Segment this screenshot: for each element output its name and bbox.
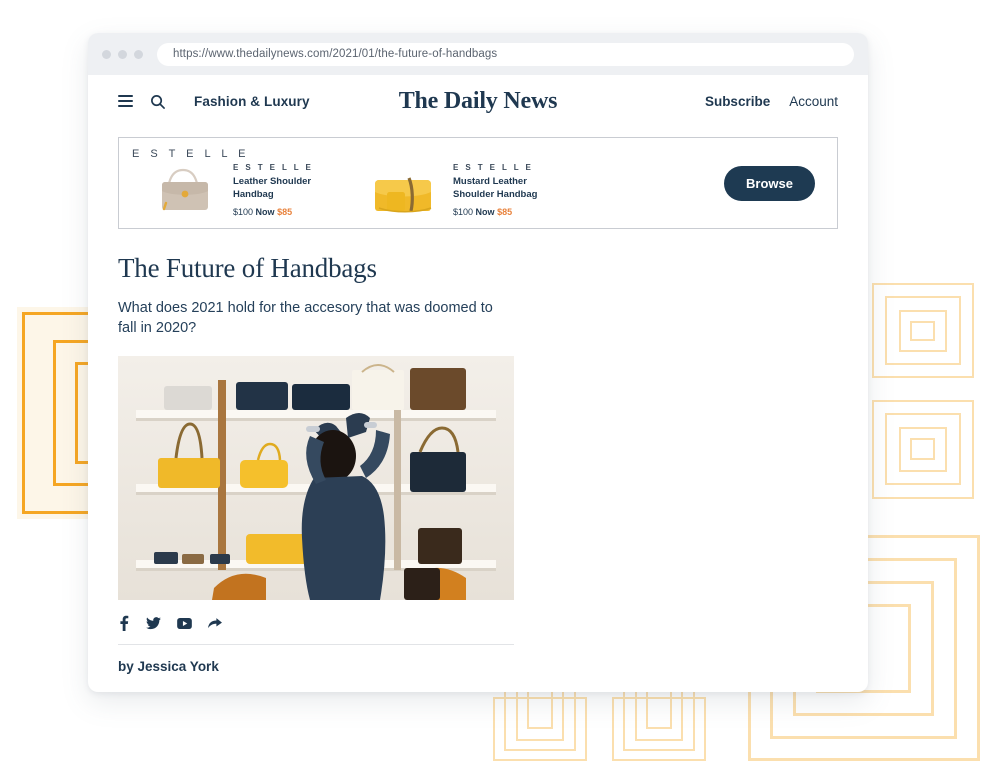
motif-right-lower <box>872 400 982 505</box>
youtube-icon[interactable] <box>177 617 192 629</box>
ad-product-2[interactable]: E S T E L L E Mustard Leather Shoulder H… <box>357 158 565 222</box>
ad-product-2-price-new: $85 <box>497 206 513 217</box>
window-controls[interactable] <box>102 49 143 59</box>
ad-product-2-now-label: Now <box>475 206 495 217</box>
motif-bottom-left-small <box>493 669 589 763</box>
twitter-icon[interactable] <box>146 616 161 630</box>
browse-button[interactable]: Browse <box>724 165 815 201</box>
article-headline: The Future of Handbags <box>118 253 377 283</box>
article-subtitle: What does 2021 hold for the accesory tha… <box>118 300 493 336</box>
social-share-row <box>118 615 514 645</box>
browser-chrome: https://www.thedailynews.com/2021/01/the… <box>88 33 868 75</box>
subscribe-link[interactable]: Subscribe <box>705 94 770 109</box>
ad-product-1-price: $100 Now $85 <box>233 207 345 217</box>
ad-product-1[interactable]: E S T E L L E Leather Shoulder Handbag $… <box>137 158 345 222</box>
ad-product-1-now-label: Now <box>255 206 275 217</box>
article-photo <box>118 356 514 600</box>
section-link-fashion-luxury[interactable]: Fashion & Luxury <box>194 94 310 109</box>
motif-right-upper <box>872 283 982 383</box>
url-bar[interactable]: https://www.thedailynews.com/2021/01/the… <box>157 42 854 66</box>
article-byline: by Jessica York <box>118 659 219 674</box>
handbag-beige-image <box>137 158 229 222</box>
site-header: Fashion & Luxury The Daily News Subscrib… <box>88 75 868 127</box>
ad-product-2-brand: E S T E L L E <box>453 163 534 173</box>
motif-bottom-mid-small <box>612 669 708 763</box>
browser-window: https://www.thedailynews.com/2021/01/the… <box>88 33 868 692</box>
account-link[interactable]: Account <box>789 94 838 109</box>
ad-product-2-price-old: $100 <box>453 206 474 217</box>
search-icon[interactable] <box>150 94 165 109</box>
url-text: https://www.thedailynews.com/2021/01/the… <box>173 48 498 60</box>
ad-product-2-price: $100 Now $85 <box>453 207 565 217</box>
facebook-icon[interactable] <box>118 615 130 631</box>
ad-product-1-brand: E S T E L L E <box>233 163 314 173</box>
handbag-mustard-image <box>357 158 449 222</box>
ad-product-1-price-old: $100 <box>233 206 254 217</box>
minimize-dot[interactable] <box>118 49 127 59</box>
ad-product-1-title: Leather Shoulder Handbag <box>233 176 312 200</box>
share-icon[interactable] <box>208 617 222 630</box>
close-dot[interactable] <box>102 49 111 59</box>
ad-product-2-title: Mustard Leather Shoulder Handbag <box>453 176 538 200</box>
maximize-dot[interactable] <box>134 49 143 59</box>
article: The Future of Handbags What does 2021 ho… <box>88 229 868 674</box>
hamburger-icon[interactable] <box>118 95 133 107</box>
ad-banner[interactable]: E S T E L L E E S T E L L E Leather Shou… <box>118 137 838 229</box>
ad-product-1-price-new: $85 <box>277 206 293 217</box>
